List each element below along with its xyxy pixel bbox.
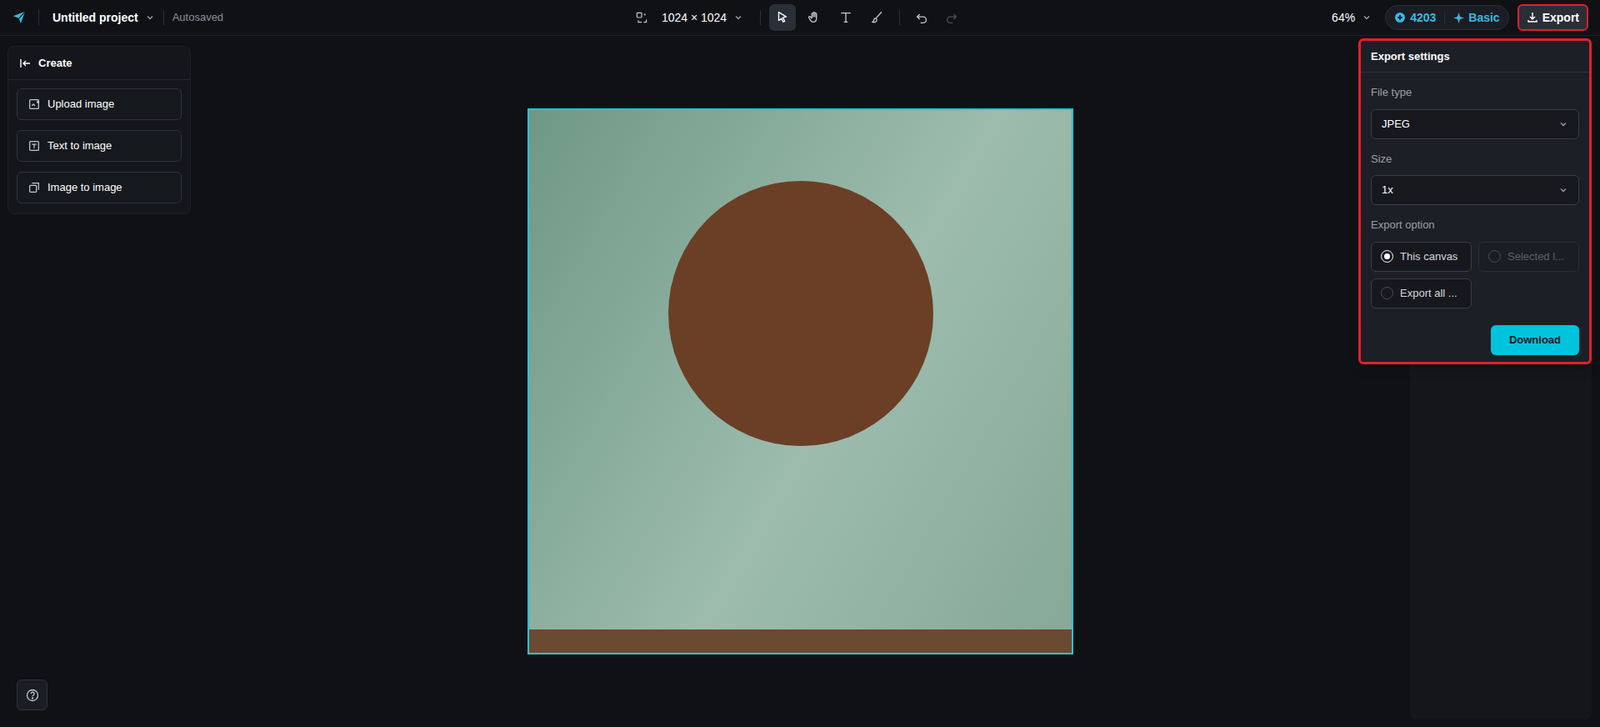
select-icon (775, 10, 790, 25)
create-back[interactable]: Create (8, 46, 190, 80)
chevron-down-icon (1558, 119, 1569, 130)
brush-tool[interactable] (864, 4, 891, 31)
export-option[interactable]: This canvas (1370, 241, 1472, 272)
hand-tool[interactable] (800, 4, 828, 31)
zoom-menu[interactable]: 64% (1326, 9, 1377, 27)
top-bar: Untitled project Autosaved 1024 × 1024 64% 4… (0, 0, 1600, 36)
radio[interactable] (1380, 250, 1394, 263)
plan-pill[interactable]: 4203Basic (1385, 5, 1510, 30)
export-settings-popover: Export settingsFile typeJPEGSize1xExport… (1358, 38, 1592, 365)
help-icon (25, 688, 40, 702)
logo-icon[interactable] (11, 10, 27, 25)
chevron-down-icon (733, 12, 744, 23)
download-button[interactable]: Download (1490, 325, 1580, 355)
radio[interactable] (1380, 286, 1394, 300)
download-icon (1526, 11, 1539, 24)
sparkle-icon (1453, 12, 1465, 24)
hand-icon (806, 10, 822, 25)
create-item[interactable]: Text to image (16, 130, 182, 162)
chevron-down-icon (1361, 12, 1372, 23)
undo-icon (914, 10, 930, 25)
create-panel: Create Upload image Text to image Image to … (7, 45, 191, 215)
back-icon (20, 57, 32, 70)
create-item[interactable]: Image to image (16, 171, 182, 204)
resize-icon[interactable] (635, 10, 649, 25)
chevron-down-icon (145, 12, 155, 23)
brush-icon (870, 10, 885, 25)
redo-button[interactable] (938, 4, 965, 31)
credits-icon (1394, 11, 1406, 24)
project-menu[interactable]: Untitled project (52, 9, 155, 27)
create-item[interactable]: Upload image (16, 88, 182, 120)
size-select[interactable]: 1x (1370, 175, 1580, 205)
create-item-icon (27, 139, 41, 153)
canvas-image[interactable] (527, 108, 1074, 655)
text-tool[interactable] (832, 4, 860, 31)
undo-button[interactable] (908, 4, 935, 31)
create-item-icon (27, 97, 41, 111)
save-status: Autosaved (172, 9, 224, 26)
canvas-size-menu[interactable]: 1024 × 1024 (653, 9, 752, 27)
create-item-icon (27, 180, 41, 195)
help-button[interactable] (16, 679, 48, 710)
export-button[interactable]: Export (1517, 4, 1589, 31)
radio[interactable] (1488, 250, 1501, 263)
file-type-select[interactable]: JPEG (1370, 109, 1580, 140)
export-option[interactable]: Selected l... (1478, 241, 1580, 272)
select-tool[interactable] (769, 4, 796, 31)
export-option[interactable]: Export all ... (1370, 278, 1472, 309)
redo-icon (944, 10, 960, 25)
chevron-down-icon (1558, 185, 1569, 195)
text-icon (838, 10, 854, 25)
